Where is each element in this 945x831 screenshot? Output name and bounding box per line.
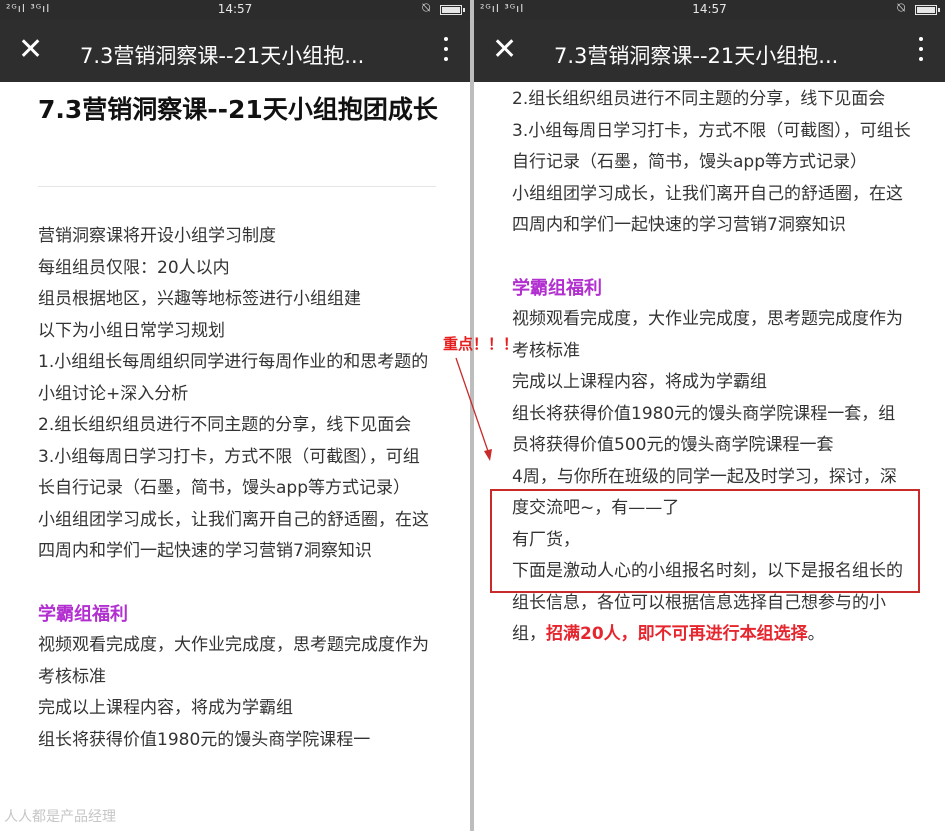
annotation-arrow (455, 357, 492, 461)
highlight-box (490, 489, 920, 593)
watermark: 人人都是产品经理 (4, 809, 116, 825)
